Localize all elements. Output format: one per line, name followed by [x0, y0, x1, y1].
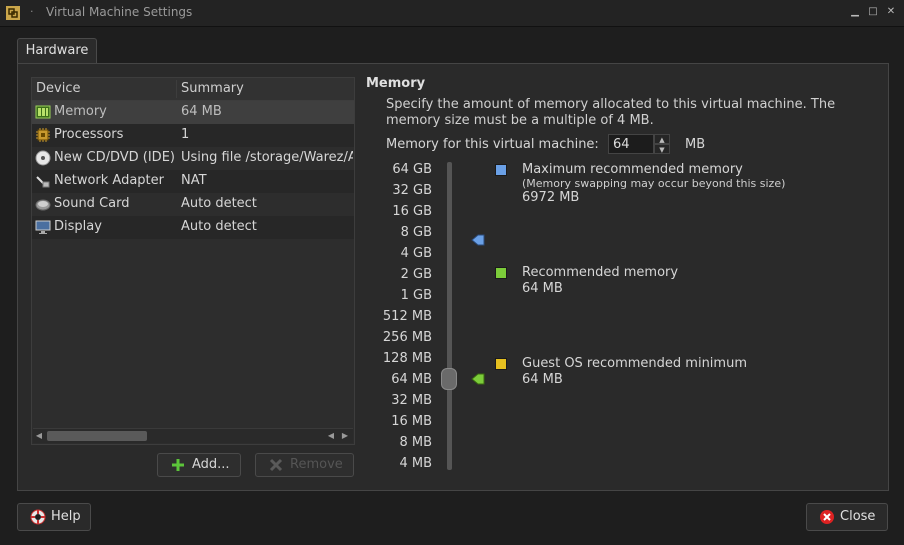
tab-hardware[interactable]: Hardware: [17, 38, 97, 65]
remove-device-button[interactable]: Remove: [255, 453, 354, 477]
device-name: Sound Card: [54, 196, 130, 211]
close-button[interactable]: Close: [806, 503, 888, 531]
device-summary: Auto detect: [181, 196, 257, 211]
sound-icon: [35, 199, 51, 211]
window-title: Virtual Machine Settings: [46, 5, 193, 19]
scroll-right-arrow-icon[interactable]: ▶: [339, 429, 351, 443]
device-summary: Auto detect: [181, 219, 257, 234]
device-list: Device Summary Memory 64 MB Processors 1: [31, 77, 355, 445]
add-device-button[interactable]: Add...: [157, 453, 241, 477]
help-button[interactable]: Help: [17, 503, 91, 531]
max-recommended-marker-icon: [471, 234, 485, 246]
help-button-label: Help: [51, 509, 81, 524]
title-bar: · Virtual Machine Settings ▁ □ ✕: [0, 0, 904, 27]
window-close-button[interactable]: ✕: [884, 5, 898, 19]
device-summary: NAT: [181, 173, 207, 188]
guest-os-minimum-title: Guest OS recommended minimum: [522, 356, 747, 371]
close-button-label: Close: [840, 509, 876, 524]
add-button-label: Add...: [192, 457, 230, 472]
device-name: Memory: [54, 104, 107, 119]
scale-label-512mb: 512 MB: [382, 309, 432, 324]
scale-label-4mb: 4 MB: [399, 456, 432, 471]
help-lifebuoy-icon: [30, 509, 46, 525]
guest-os-minimum-swatch: [495, 358, 507, 370]
scale-label-64gb: 64 GB: [392, 162, 432, 177]
display-icon: [35, 220, 51, 234]
scrollbar-thumb[interactable]: [47, 431, 147, 441]
max-recommended-swatch: [495, 164, 507, 176]
memory-section-title: Memory: [366, 76, 426, 91]
device-summary: 1: [181, 127, 190, 142]
scale-label-8gb: 8 GB: [400, 225, 432, 240]
plus-icon: [172, 459, 184, 471]
max-recommended-note: (Memory swapping may occur beyond this s…: [522, 177, 786, 190]
scale-label-128mb: 128 MB: [382, 351, 432, 366]
max-recommended-title: Maximum recommended memory: [522, 162, 743, 177]
column-divider: [176, 80, 177, 98]
spin-down-icon[interactable]: ▼: [654, 144, 670, 154]
recommended-title: Recommended memory: [522, 265, 679, 280]
scroll-left-arrow-icon[interactable]: ◀: [33, 429, 45, 443]
scale-label-64mb: 64 MB: [391, 372, 432, 387]
device-row-sound-card[interactable]: Sound Card Auto detect: [32, 193, 354, 216]
device-summary: 64 MB: [181, 104, 222, 119]
device-name: Network Adapter: [54, 173, 164, 188]
recommended-swatch: [495, 267, 507, 279]
device-list-header: Device Summary: [32, 78, 354, 101]
scale-label-16gb: 16 GB: [392, 204, 432, 219]
scale-label-2gb: 2 GB: [400, 267, 432, 282]
column-header-device[interactable]: Device: [36, 81, 80, 96]
remove-button-label: Remove: [290, 457, 343, 472]
scale-label-256mb: 256 MB: [382, 330, 432, 345]
max-recommended-value: 6972 MB: [522, 190, 580, 205]
device-name: Display: [54, 219, 102, 234]
hardware-panel: Device Summary Memory 64 MB Processors 1: [17, 63, 889, 491]
memory-slider-handle[interactable]: [441, 368, 457, 390]
memory-description: Specify the amount of memory allocated t…: [386, 97, 836, 128]
memory-slider-track[interactable]: [447, 162, 452, 470]
scale-label-32gb: 32 GB: [392, 183, 432, 198]
network-icon: [36, 176, 50, 188]
memory-field-label: Memory for this virtual machine:: [386, 137, 599, 152]
device-summary: Using file /storage/Warez/A: [181, 150, 353, 165]
close-circle-icon: [820, 510, 834, 524]
scale-label-16mb: 16 MB: [391, 414, 432, 429]
minimize-button[interactable]: ▁: [848, 5, 862, 19]
vmware-app-icon: [6, 6, 20, 20]
title-separator: ·: [30, 5, 34, 18]
memory-icon: [35, 105, 51, 119]
scroll-left-arrow-icon[interactable]: ◀: [325, 429, 337, 443]
device-row-processors[interactable]: Processors 1: [32, 124, 354, 147]
device-row-cd-dvd[interactable]: New CD/DVD (IDE) Using file /storage/War…: [32, 147, 354, 170]
device-name: New CD/DVD (IDE): [54, 150, 175, 165]
spin-up-icon[interactable]: ▲: [654, 134, 670, 144]
device-name: Processors: [54, 127, 124, 142]
horizontal-scrollbar[interactable]: ◀ ◀ ▶: [33, 428, 353, 443]
cd-dvd-icon: [35, 150, 51, 166]
scale-label-32mb: 32 MB: [391, 393, 432, 408]
recommended-value: 64 MB: [522, 281, 563, 296]
memory-size-input[interactable]: [608, 134, 654, 154]
memory-unit-label: MB: [685, 137, 706, 152]
scale-label-1gb: 1 GB: [400, 288, 432, 303]
maximize-button[interactable]: □: [866, 5, 880, 19]
processor-icon: [36, 128, 50, 142]
guest-os-minimum-value: 64 MB: [522, 372, 563, 387]
scale-label-8mb: 8 MB: [399, 435, 432, 450]
remove-x-icon: [269, 458, 283, 472]
device-row-network-adapter[interactable]: Network Adapter NAT: [32, 170, 354, 193]
device-row-display[interactable]: Display Auto detect: [32, 216, 354, 239]
device-row-memory[interactable]: Memory 64 MB: [32, 101, 354, 124]
scale-label-4gb: 4 GB: [400, 246, 432, 261]
column-header-summary[interactable]: Summary: [181, 81, 244, 96]
recommended-marker-icon: [471, 373, 485, 385]
